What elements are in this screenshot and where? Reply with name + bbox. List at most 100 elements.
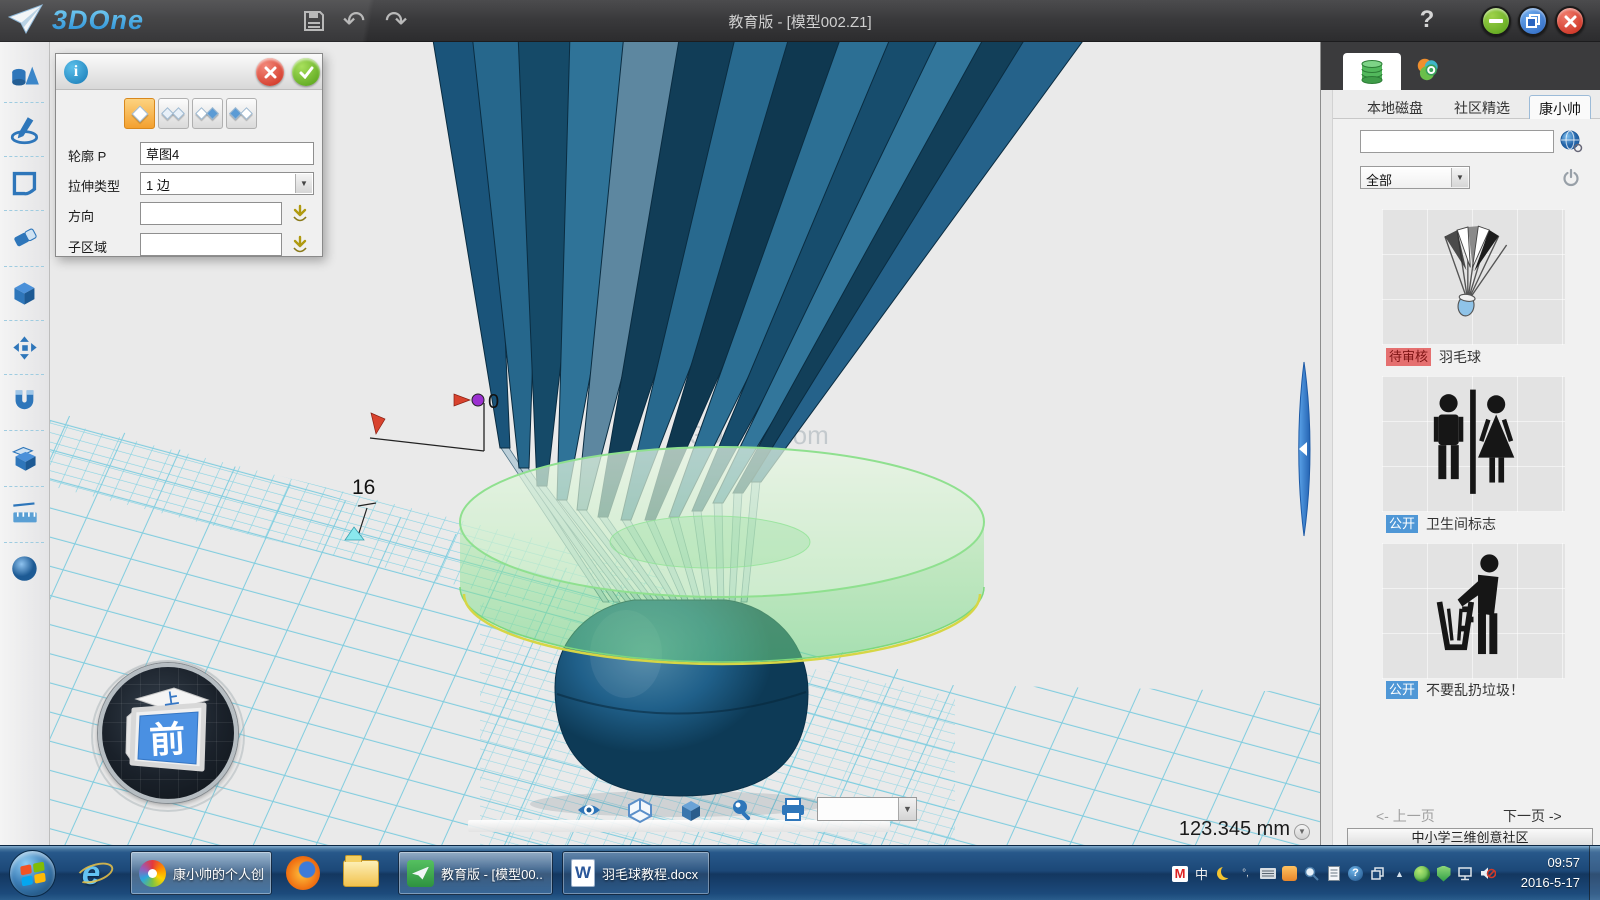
show-hidden-icons-arrow[interactable]: ▲ — [1391, 865, 1408, 882]
zoom-icon[interactable] — [728, 796, 756, 824]
move-tool[interactable] — [10, 333, 40, 363]
filter-arrow-icon[interactable]: ▼ — [1451, 168, 1468, 187]
view-cube[interactable]: 上 前 — [98, 663, 238, 803]
keyboard-tray-icon[interactable] — [1259, 865, 1276, 882]
extrude-mode-3-button[interactable] — [192, 98, 223, 129]
help-tray-icon[interactable]: ? — [1347, 865, 1364, 882]
model-name[interactable]: 不要乱扔垃圾！ — [1426, 680, 1524, 700]
close-button[interactable] — [1555, 6, 1585, 36]
print-icon[interactable] — [779, 796, 807, 824]
undo-button[interactable]: ↶ — [340, 8, 368, 34]
visibility-eye-icon[interactable] — [575, 796, 603, 824]
ime-indicator[interactable]: 中 — [1193, 865, 1210, 882]
taskbar-button-3done[interactable]: 教育版 - [模型00... — [398, 851, 553, 895]
model-card-thumbnail-litter[interactable] — [1382, 543, 1565, 679]
category-filter-select[interactable]: 全部 ▼ — [1360, 166, 1470, 189]
toolbar-divider — [4, 156, 44, 157]
combobox-arrow-icon[interactable]: ▼ — [898, 798, 916, 820]
maxthon-tray-icon[interactable]: M — [1172, 866, 1188, 882]
view-cube-front-label[interactable]: 前 — [148, 718, 186, 761]
minimize-button[interactable] — [1481, 6, 1511, 36]
start-button[interactable] — [9, 850, 56, 897]
extrude-preview-band[interactable] — [460, 447, 984, 664]
subregion-picker-icon[interactable] — [290, 235, 310, 255]
volume-muted-tray-icon[interactable] — [1479, 865, 1496, 882]
tab-community-featured[interactable]: 社区精选 — [1446, 95, 1518, 119]
ime-punctuation-icon[interactable]: °, — [1237, 865, 1254, 882]
extrude-mode-1-button[interactable] — [124, 98, 155, 129]
extrude-type-select[interactable]: 1 边 ▼ — [140, 172, 314, 195]
maximize-button[interactable] — [1518, 6, 1548, 36]
constraint-tool[interactable] — [10, 387, 40, 417]
shaded-mode-icon[interactable] — [677, 796, 705, 824]
sketch-tool[interactable] — [10, 115, 40, 145]
render-material-tool[interactable] — [10, 553, 40, 583]
subregion-input[interactable] — [140, 233, 282, 256]
file-explorer-icon[interactable] — [342, 854, 380, 892]
edit-sketch-tool[interactable] — [10, 168, 40, 198]
direction-picker-icon[interactable] — [290, 204, 310, 224]
origin-sphere-handle[interactable] — [472, 394, 484, 406]
model-name[interactable]: 羽毛球 — [1439, 347, 1481, 367]
wireframe-mode-icon[interactable] — [626, 796, 654, 824]
profile-input[interactable] — [140, 142, 314, 165]
security-ball-tray-icon[interactable] — [1413, 865, 1430, 882]
restore-windows-tray-icon[interactable] — [1369, 865, 1386, 882]
extrude-mode-4-button[interactable] — [226, 98, 257, 129]
shield-tray-icon[interactable] — [1435, 865, 1452, 882]
local-library-tab[interactable] — [1343, 53, 1401, 90]
taskbar-button-word[interactable]: W 羽毛球教程.docx ... — [562, 851, 710, 895]
show-desktop-button[interactable] — [1589, 846, 1600, 900]
features-tool[interactable] — [10, 278, 40, 308]
document-tray-icon[interactable] — [1325, 865, 1342, 882]
toolbar-divider — [4, 266, 44, 267]
view-preset-combobox[interactable]: ▼ — [817, 797, 917, 821]
dimension-value-label[interactable]: 16 — [352, 476, 375, 499]
save-button[interactable] — [300, 8, 328, 34]
window-title: 教育版 - [模型002.Z1] — [600, 11, 1000, 32]
firefox-icon[interactable] — [284, 854, 322, 892]
panel-collapse-handle[interactable] — [1290, 360, 1316, 538]
taskbar-clock[interactable]: 09:57 2016-5-17 — [1500, 853, 1580, 893]
view-cube-top-label[interactable]: 上 — [163, 690, 180, 709]
tab-user-kangxiaoshuai[interactable]: 康小帅 — [1529, 95, 1591, 119]
redo-button[interactable]: ↷ — [382, 8, 410, 34]
input-pad-tray-icon[interactable] — [1281, 865, 1298, 882]
browser-pinwheel-icon — [139, 860, 166, 887]
help-button[interactable]: ? — [1414, 6, 1440, 36]
next-page-link[interactable]: 下一页 -> — [1503, 806, 1562, 826]
model-name[interactable]: 卫生间标志 — [1426, 514, 1496, 534]
direction-input[interactable] — [140, 202, 282, 225]
readout-dropdown-icon[interactable]: ▼ — [1294, 824, 1310, 840]
clock-date: 2016-5-17 — [1500, 873, 1580, 893]
info-icon: i — [64, 60, 88, 84]
network-tray-icon[interactable] — [1457, 865, 1474, 882]
community-tab[interactable] — [1413, 56, 1447, 86]
toolbar-divider — [4, 486, 44, 487]
moon-tray-icon[interactable] — [1215, 865, 1232, 882]
taskbar-button-browser[interactable]: 康小帅的个人创... — [130, 851, 272, 895]
cancel-button[interactable] — [256, 58, 284, 86]
view-cube-glyph[interactable]: 上 前 — [98, 663, 238, 803]
previous-page-link[interactable]: <- 上一页 — [1376, 806, 1435, 826]
tab-local-disk[interactable]: 本地磁盘 — [1359, 95, 1431, 119]
category-filter-value: 全部 — [1366, 173, 1392, 188]
combine-tool[interactable] — [10, 443, 40, 473]
refresh-power-icon[interactable] — [1561, 168, 1581, 188]
search-globe-icon[interactable] — [1559, 129, 1583, 153]
model-card-label: 待审核 羽毛球 — [1386, 348, 1481, 366]
internet-explorer-icon[interactable]: e — [72, 854, 110, 892]
measure-tool[interactable] — [10, 499, 40, 529]
model-card-thumbnail-shuttlecock[interactable] — [1382, 209, 1565, 345]
database-icon — [1359, 58, 1385, 86]
search-tray-icon[interactable] — [1303, 865, 1320, 882]
model-card-thumbnail-restroom[interactable] — [1382, 376, 1565, 512]
extrude-mode-2-button[interactable] — [158, 98, 189, 129]
trim-tool[interactable] — [10, 223, 40, 253]
confirm-button[interactable] — [292, 58, 320, 86]
dialog-header[interactable]: i — [56, 54, 322, 90]
search-input[interactable] — [1360, 130, 1554, 153]
primitives-tool[interactable] — [10, 60, 40, 90]
select-arrow-icon[interactable]: ▼ — [295, 174, 312, 193]
status-badge: 公开 — [1386, 515, 1418, 533]
